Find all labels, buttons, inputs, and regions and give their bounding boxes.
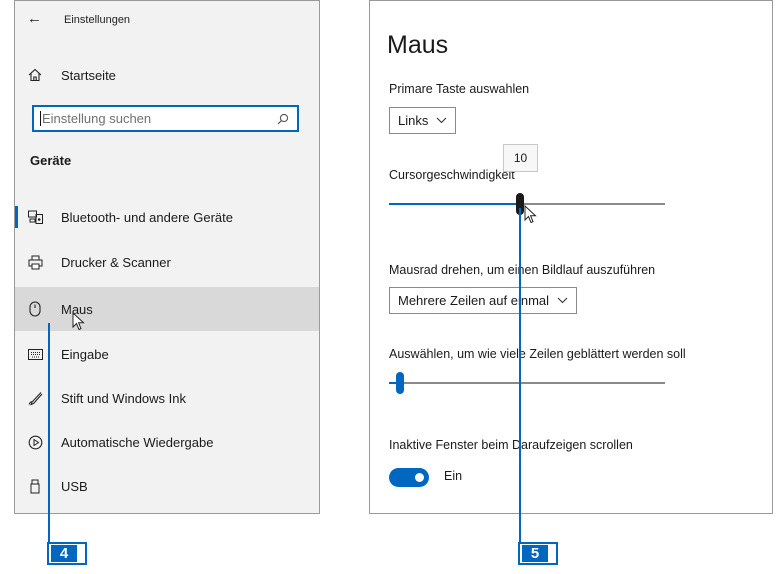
search-icon[interactable] <box>277 113 289 125</box>
slider-value-tooltip: 10 <box>503 144 538 172</box>
primary-button-dropdown[interactable]: Links <box>389 107 457 134</box>
nav-item-label: Bluetooth- und andere Geräte <box>61 209 234 225</box>
usb-icon <box>27 478 43 494</box>
keyboard-icon <box>27 346 43 362</box>
cursor-speed-label: Cursorgeschwindigkeit <box>389 168 515 182</box>
nav-item-label: Eingabe <box>61 346 109 362</box>
mouse-settings-panel: Maus Primare Taste auswahlen Links Curso… <box>369 0 773 514</box>
primary-button-value: Links <box>398 113 429 128</box>
lines-label: Auswählen, um wie viele Zeilen geblätter… <box>389 347 686 361</box>
callout-number: 5 <box>522 545 548 562</box>
wheel-scroll-dropdown[interactable]: Mehrere Zeilen auf einmal <box>389 287 578 314</box>
window-title: Einstellungen <box>64 14 131 26</box>
tooltip-value: 10 <box>513 151 528 165</box>
wheel-label: Mausrad drehen, um einen Bildlauf auszuf… <box>389 263 656 277</box>
active-indicator <box>15 206 18 228</box>
nav-item-label: USB <box>61 478 88 494</box>
home-icon <box>27 67 43 83</box>
wheel-scroll-value: Mehrere Zeilen auf einmal <box>398 293 550 308</box>
callout-number: 4 <box>51 545 77 562</box>
nav-item-home[interactable]: Startseite <box>15 53 319 97</box>
inactive-scroll-toggle[interactable] <box>389 468 429 487</box>
search-placeholder: Einstellung suchen <box>42 111 152 126</box>
section-title: Geräte <box>30 153 72 168</box>
mouse-pointer-icon <box>524 205 537 224</box>
inactive-scroll-label: Inaktive Fenster beim Daraufzeigen scrol… <box>389 438 633 452</box>
callout-badge: 5 <box>518 542 558 565</box>
nav-item-bluetooth[interactable]: Bluetooth- und andere Geräte <box>15 195 319 239</box>
nav-home-label: Startseite <box>61 67 116 83</box>
callout-line <box>48 323 50 543</box>
pen-icon <box>27 390 43 406</box>
bluetooth-devices-icon <box>27 209 43 225</box>
callout-badge: 4 <box>47 542 87 565</box>
slider-track-empty <box>520 203 665 205</box>
primary-button-label: Primare Taste auswahlen <box>389 82 530 96</box>
toggle-state-label: Ein <box>444 469 463 483</box>
nav-item-usb[interactable]: USB <box>15 464 319 508</box>
settings-nav-panel: ← Einstellungen Startseite Einstellung s… <box>14 0 320 514</box>
mouse-icon <box>27 301 43 317</box>
nav-item-printers[interactable]: Drucker & Scanner <box>15 240 319 284</box>
mouse-pointer-icon <box>72 312 85 331</box>
page-title: Maus <box>387 31 449 59</box>
slider-track-filled <box>389 203 520 205</box>
toggle-knob <box>415 473 424 482</box>
chevron-down-icon <box>557 297 568 304</box>
autoplay-icon <box>27 434 43 450</box>
nav-item-mouse[interactable]: Maus <box>15 287 319 331</box>
nav-item-label: Automatische Wiedergabe <box>61 434 214 450</box>
nav-item-label: Stift und Windows Ink <box>61 390 186 406</box>
text-caret <box>40 111 41 126</box>
callout-line <box>519 208 521 543</box>
back-arrow-icon[interactable]: ← <box>27 10 42 27</box>
printer-icon <box>27 254 43 270</box>
slider-thumb[interactable] <box>396 372 404 394</box>
slider-track-empty <box>400 382 665 384</box>
chevron-down-icon <box>436 117 447 124</box>
nav-item-input[interactable]: Eingabe <box>15 332 319 376</box>
nav-item-pen[interactable]: Stift und Windows Ink <box>15 376 319 420</box>
nav-item-label: Drucker & Scanner <box>61 254 171 270</box>
search-input[interactable]: Einstellung suchen <box>32 105 299 132</box>
nav-item-autoplay[interactable]: Automatische Wiedergabe <box>15 420 319 464</box>
